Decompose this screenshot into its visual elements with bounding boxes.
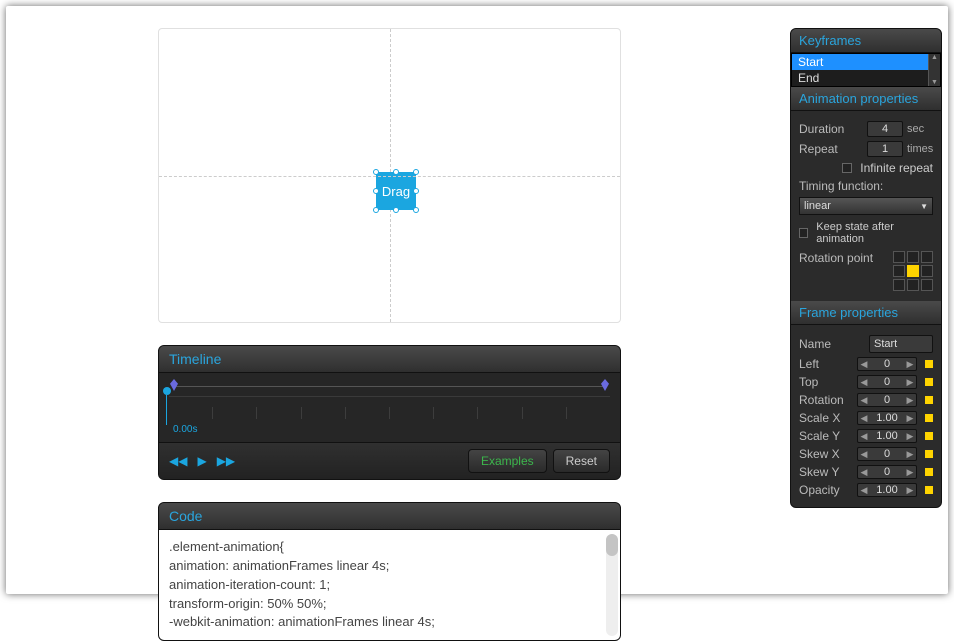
frame-props-title: Frame properties: [791, 301, 941, 325]
keyframe-item-end[interactable]: End: [792, 70, 940, 86]
decrement-button[interactable]: ◀: [858, 413, 870, 424]
frame-opacity-input[interactable]: ◀1.00▶: [857, 483, 917, 497]
reset-button[interactable]: Reset: [553, 449, 610, 473]
name-label: Name: [799, 337, 865, 351]
duration-label: Duration: [799, 122, 863, 136]
rewind-button[interactable]: ◀◀: [169, 454, 187, 468]
frame-top-input[interactable]: ◀0▶: [857, 375, 917, 389]
color-chip[interactable]: [925, 378, 933, 386]
timeline-panel: Timeline 0.00s ◀◀ ▶ ▶▶ Examples Reset: [158, 345, 621, 480]
examples-button[interactable]: Examples: [468, 449, 547, 473]
color-chip[interactable]: [925, 414, 933, 422]
frame-scale x-input[interactable]: ◀1.00▶: [857, 411, 917, 425]
color-chip[interactable]: [925, 468, 933, 476]
anim-props-title: Animation properties: [791, 87, 941, 111]
increment-button[interactable]: ▶: [904, 485, 916, 496]
resize-handle-t[interactable]: [393, 169, 399, 175]
increment-button[interactable]: ▶: [904, 413, 916, 424]
playhead[interactable]: [163, 387, 171, 395]
increment-button[interactable]: ▶: [904, 431, 916, 442]
code-panel: Code .element-animation{ animation: anim…: [158, 502, 621, 641]
frame-rotation-input[interactable]: ◀0▶: [857, 393, 917, 407]
decrement-button[interactable]: ◀: [858, 395, 870, 406]
increment-button[interactable]: ▶: [904, 467, 916, 478]
decrement-button[interactable]: ◀: [858, 485, 870, 496]
resize-handle-br[interactable]: [413, 207, 419, 213]
frame-scale y-label: Scale Y: [799, 429, 853, 443]
frame-skew x-input[interactable]: ◀0▶: [857, 447, 917, 461]
keep-state-checkbox[interactable]: [799, 228, 808, 238]
frame-skew y-input[interactable]: ◀0▶: [857, 465, 917, 479]
frame-skew x-label: Skew X: [799, 447, 853, 461]
timeline-range-slider[interactable]: [173, 379, 606, 393]
play-button[interactable]: ▶: [197, 454, 206, 468]
resize-handle-r[interactable]: [413, 188, 419, 194]
code-scrollbar-thumb[interactable]: [606, 534, 618, 556]
timing-select[interactable]: linear▼: [799, 197, 933, 215]
timing-label: Timing function:: [799, 179, 933, 193]
increment-button[interactable]: ▶: [904, 395, 916, 406]
frame-rotation-label: Rotation: [799, 393, 853, 407]
decrement-button[interactable]: ◀: [858, 449, 870, 460]
decrement-button[interactable]: ◀: [858, 431, 870, 442]
code-textarea[interactable]: .element-animation{ animation: animation…: [159, 530, 620, 640]
decrement-button[interactable]: ◀: [858, 359, 870, 370]
increment-button[interactable]: ▶: [904, 377, 916, 388]
color-chip[interactable]: [925, 396, 933, 404]
time-readout: 0.00s: [169, 424, 610, 439]
range-handle-end[interactable]: [601, 379, 609, 391]
color-chip[interactable]: [925, 486, 933, 494]
drag-element[interactable]: Drag: [376, 172, 416, 210]
rotation-point-grid[interactable]: [893, 251, 933, 291]
resize-handle-l[interactable]: [373, 188, 379, 194]
keyframes-title: Keyframes: [791, 29, 941, 53]
frame-scale y-input[interactable]: ◀1.00▶: [857, 429, 917, 443]
resize-handle-bl[interactable]: [373, 207, 379, 213]
timeline-ticks[interactable]: [169, 396, 610, 424]
frame-name-input[interactable]: Start: [869, 335, 933, 353]
decrement-button[interactable]: ◀: [858, 377, 870, 388]
increment-button[interactable]: ▶: [904, 359, 916, 370]
rotation-point-center[interactable]: [907, 265, 919, 277]
color-chip[interactable]: [925, 450, 933, 458]
color-chip[interactable]: [925, 360, 933, 368]
animation-canvas[interactable]: Drag: [158, 28, 621, 323]
rotation-point-label: Rotation point: [799, 251, 883, 265]
chevron-down-icon: ▼: [920, 202, 928, 211]
range-handle-start[interactable]: [170, 379, 178, 391]
decrement-button[interactable]: ◀: [858, 467, 870, 478]
timeline-title: Timeline: [159, 346, 620, 373]
resize-handle-tl[interactable]: [373, 169, 379, 175]
increment-button[interactable]: ▶: [904, 449, 916, 460]
keyframe-scrollbar[interactable]: ▲ ▼: [928, 54, 940, 86]
repeat-label: Repeat: [799, 142, 863, 156]
infinite-checkbox[interactable]: [842, 163, 852, 173]
frame-opacity-label: Opacity: [799, 483, 853, 497]
properties-sidebar: Keyframes Start End ▲ ▼ Animation proper…: [790, 28, 942, 508]
frame-left-label: Left: [799, 357, 853, 371]
drag-label: Drag: [382, 184, 410, 199]
code-title: Code: [159, 503, 620, 530]
repeat-input[interactable]: 1: [867, 141, 903, 157]
frame-scale x-label: Scale X: [799, 411, 853, 425]
resize-handle-b[interactable]: [393, 207, 399, 213]
forward-button[interactable]: ▶▶: [217, 454, 235, 468]
color-chip[interactable]: [925, 432, 933, 440]
keyframe-item-start[interactable]: Start: [792, 54, 940, 70]
frame-skew y-label: Skew Y: [799, 465, 853, 479]
frame-top-label: Top: [799, 375, 853, 389]
frame-left-input[interactable]: ◀0▶: [857, 357, 917, 371]
duration-input[interactable]: 4: [867, 121, 903, 137]
resize-handle-tr[interactable]: [413, 169, 419, 175]
